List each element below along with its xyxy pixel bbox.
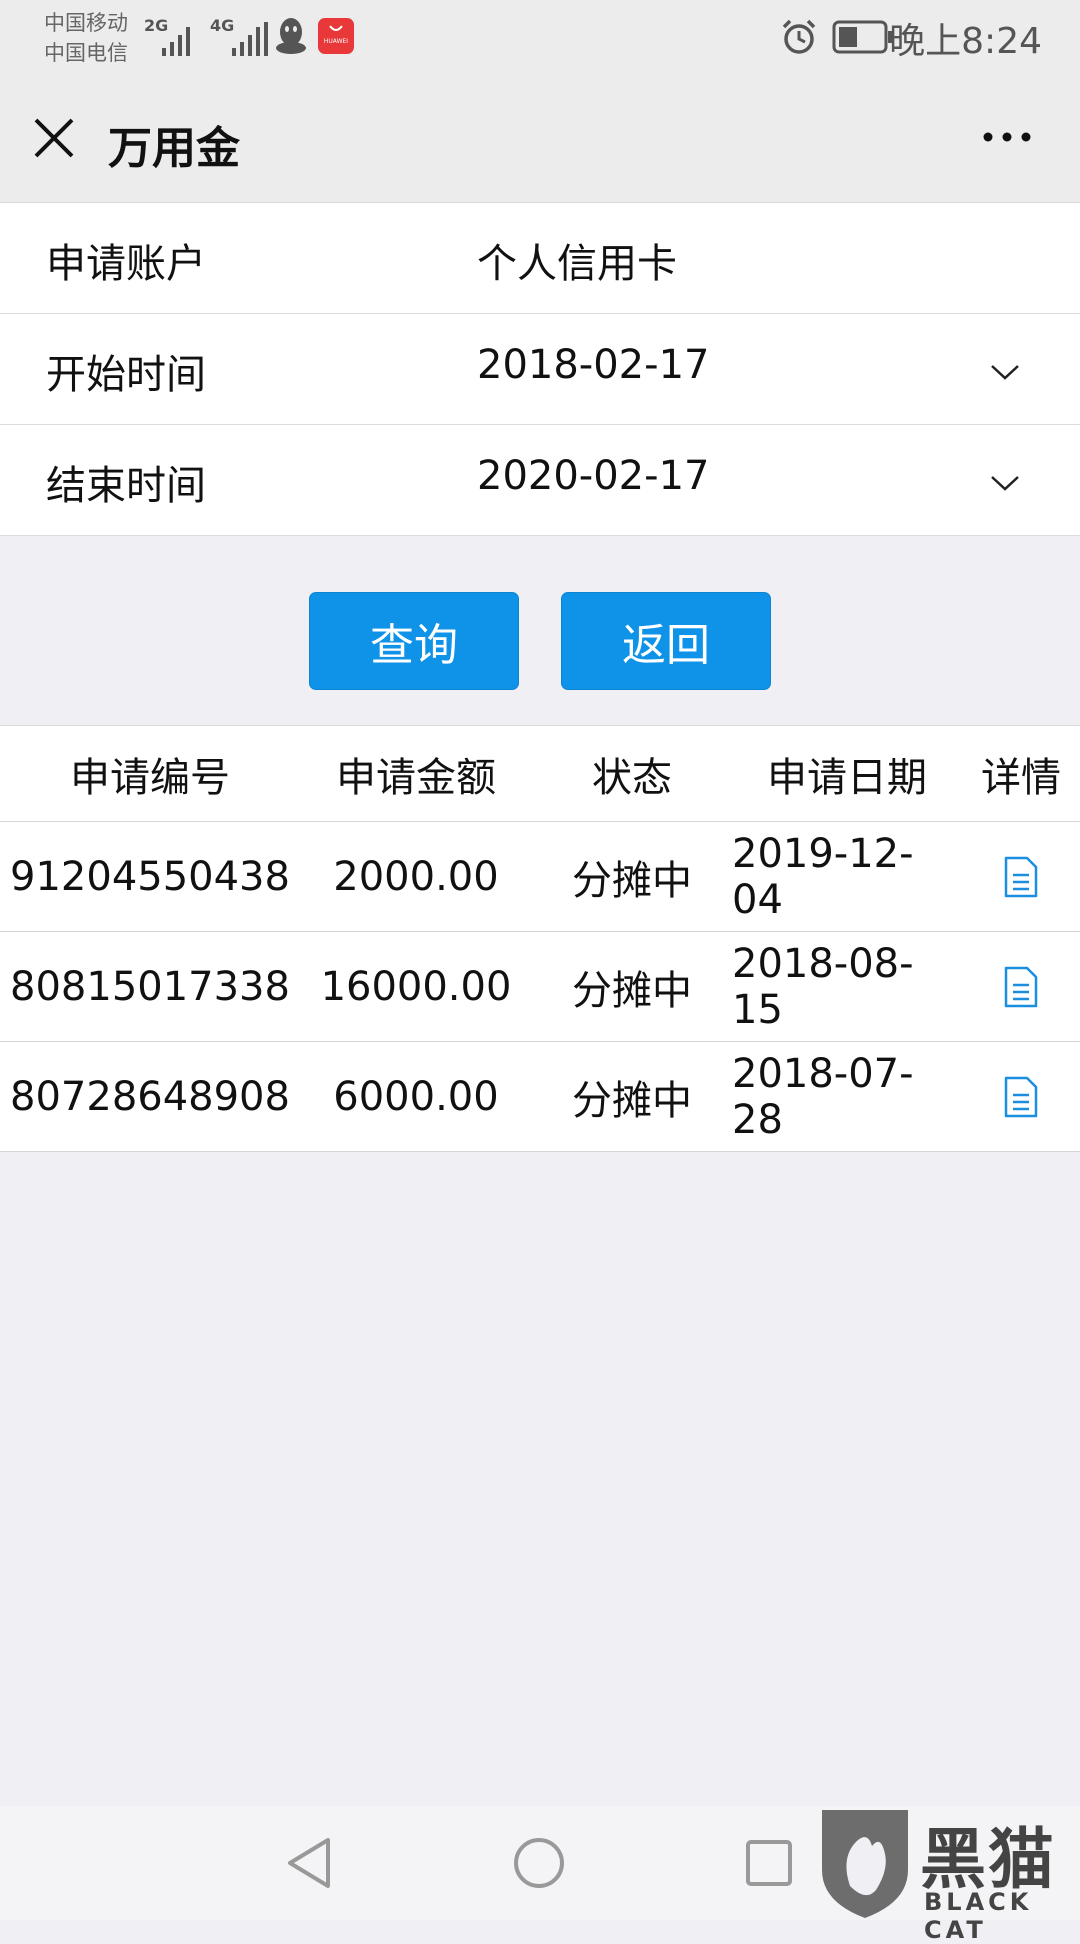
- header-date: 申请日期: [767, 754, 927, 801]
- bag-icon: [329, 25, 343, 31]
- recents-square-icon[interactable]: [744, 1838, 794, 1888]
- start-date-label: 开始时间: [46, 352, 206, 398]
- application-status: 分摊中: [572, 1077, 692, 1124]
- header-id: 申请编号: [70, 754, 230, 801]
- table-header: 申请编号 申请金额 状态 申请日期 详情: [0, 726, 1080, 822]
- application-id: 80728648908: [10, 1073, 290, 1120]
- carrier-labels: 中国移动 中国电信: [44, 8, 128, 68]
- battery-icon: [832, 20, 892, 54]
- application-table: 申请编号 申请金额 状态 申请日期 详情 91204550438 2000.00…: [0, 725, 1080, 1152]
- header-status: 状态: [592, 754, 672, 801]
- carrier-2: 中国电信: [44, 41, 128, 65]
- end-date-label: 结束时间: [46, 463, 206, 509]
- query-button[interactable]: 查询: [309, 592, 519, 690]
- back-triangle-icon[interactable]: [284, 1836, 334, 1890]
- detail-button[interactable]: [962, 932, 1080, 1041]
- nav-bar: 万用金: [0, 76, 1080, 203]
- application-amount: 16000.00: [320, 963, 512, 1010]
- application-date: 2018-08-15: [732, 940, 914, 1033]
- account-label: 申请账户: [46, 241, 206, 287]
- document-icon[interactable]: [1003, 965, 1039, 1009]
- application-date: 2018-07-28: [732, 1050, 914, 1143]
- clock-time: 晚上8:24: [889, 21, 1042, 62]
- app-badge-label: HUAWEI: [323, 38, 349, 45]
- account-row: 申请账户 个人信用卡: [0, 203, 1080, 314]
- query-form: 申请账户 个人信用卡 开始时间 2018-02-17 结束时间 2020-02-…: [0, 203, 1080, 536]
- end-date-select[interactable]: 结束时间 2020-02-17: [0, 425, 1080, 536]
- document-icon[interactable]: [1003, 1075, 1039, 1119]
- start-date-select[interactable]: 开始时间 2018-02-17: [0, 314, 1080, 425]
- application-id: 91204550438: [10, 853, 290, 900]
- header-detail: 详情: [981, 754, 1061, 801]
- document-icon[interactable]: [1003, 855, 1039, 899]
- black-cat-logo-icon: [822, 1810, 908, 1918]
- detail-button[interactable]: [962, 822, 1080, 931]
- qq-icon: [276, 18, 306, 54]
- close-icon[interactable]: [32, 116, 76, 160]
- detail-button[interactable]: [962, 1042, 1080, 1151]
- application-date: 2019-12-04: [732, 830, 914, 923]
- back-button[interactable]: 返回: [561, 592, 771, 690]
- more-icon[interactable]: [982, 130, 1032, 144]
- watermark: 黑猫 BLACK CAT: [810, 1800, 1080, 1944]
- chevron-down-icon[interactable]: [990, 362, 1020, 382]
- chevron-down-icon[interactable]: [990, 473, 1020, 493]
- table-row: 91204550438 2000.00 分摊中 2019-12-04: [0, 822, 1080, 932]
- signal-icon: [162, 27, 190, 56]
- application-amount: 2000.00: [333, 853, 499, 900]
- application-amount: 6000.00: [333, 1073, 499, 1120]
- watermark-sub: BLACK CAT: [924, 1888, 1033, 1944]
- table-row: 80728648908 6000.00 分摊中 2018-07-28: [0, 1042, 1080, 1152]
- alarm-icon: [782, 19, 816, 54]
- application-status: 分摊中: [572, 967, 692, 1014]
- application-id: 80815017338: [10, 963, 290, 1010]
- header-amount: 申请金额: [336, 754, 496, 801]
- status-bar: 中国移动 中国电信 2G 4G HUAWEI 晚上8:24: [0, 0, 1080, 76]
- start-date-value[interactable]: 2018-02-17: [477, 342, 709, 388]
- table-row: 80815017338 16000.00 分摊中 2018-08-15: [0, 932, 1080, 1042]
- home-circle-icon[interactable]: [512, 1836, 566, 1890]
- page-title: 万用金: [108, 123, 240, 174]
- huawei-appgallery-icon: HUAWEI: [318, 18, 354, 54]
- action-buttons: 查询 返回: [0, 592, 1080, 692]
- carrier-1: 中国移动: [44, 11, 128, 35]
- application-status: 分摊中: [572, 857, 692, 904]
- account-value: 个人信用卡: [477, 241, 677, 287]
- signal-icon: [232, 22, 268, 56]
- end-date-value[interactable]: 2020-02-17: [477, 453, 709, 499]
